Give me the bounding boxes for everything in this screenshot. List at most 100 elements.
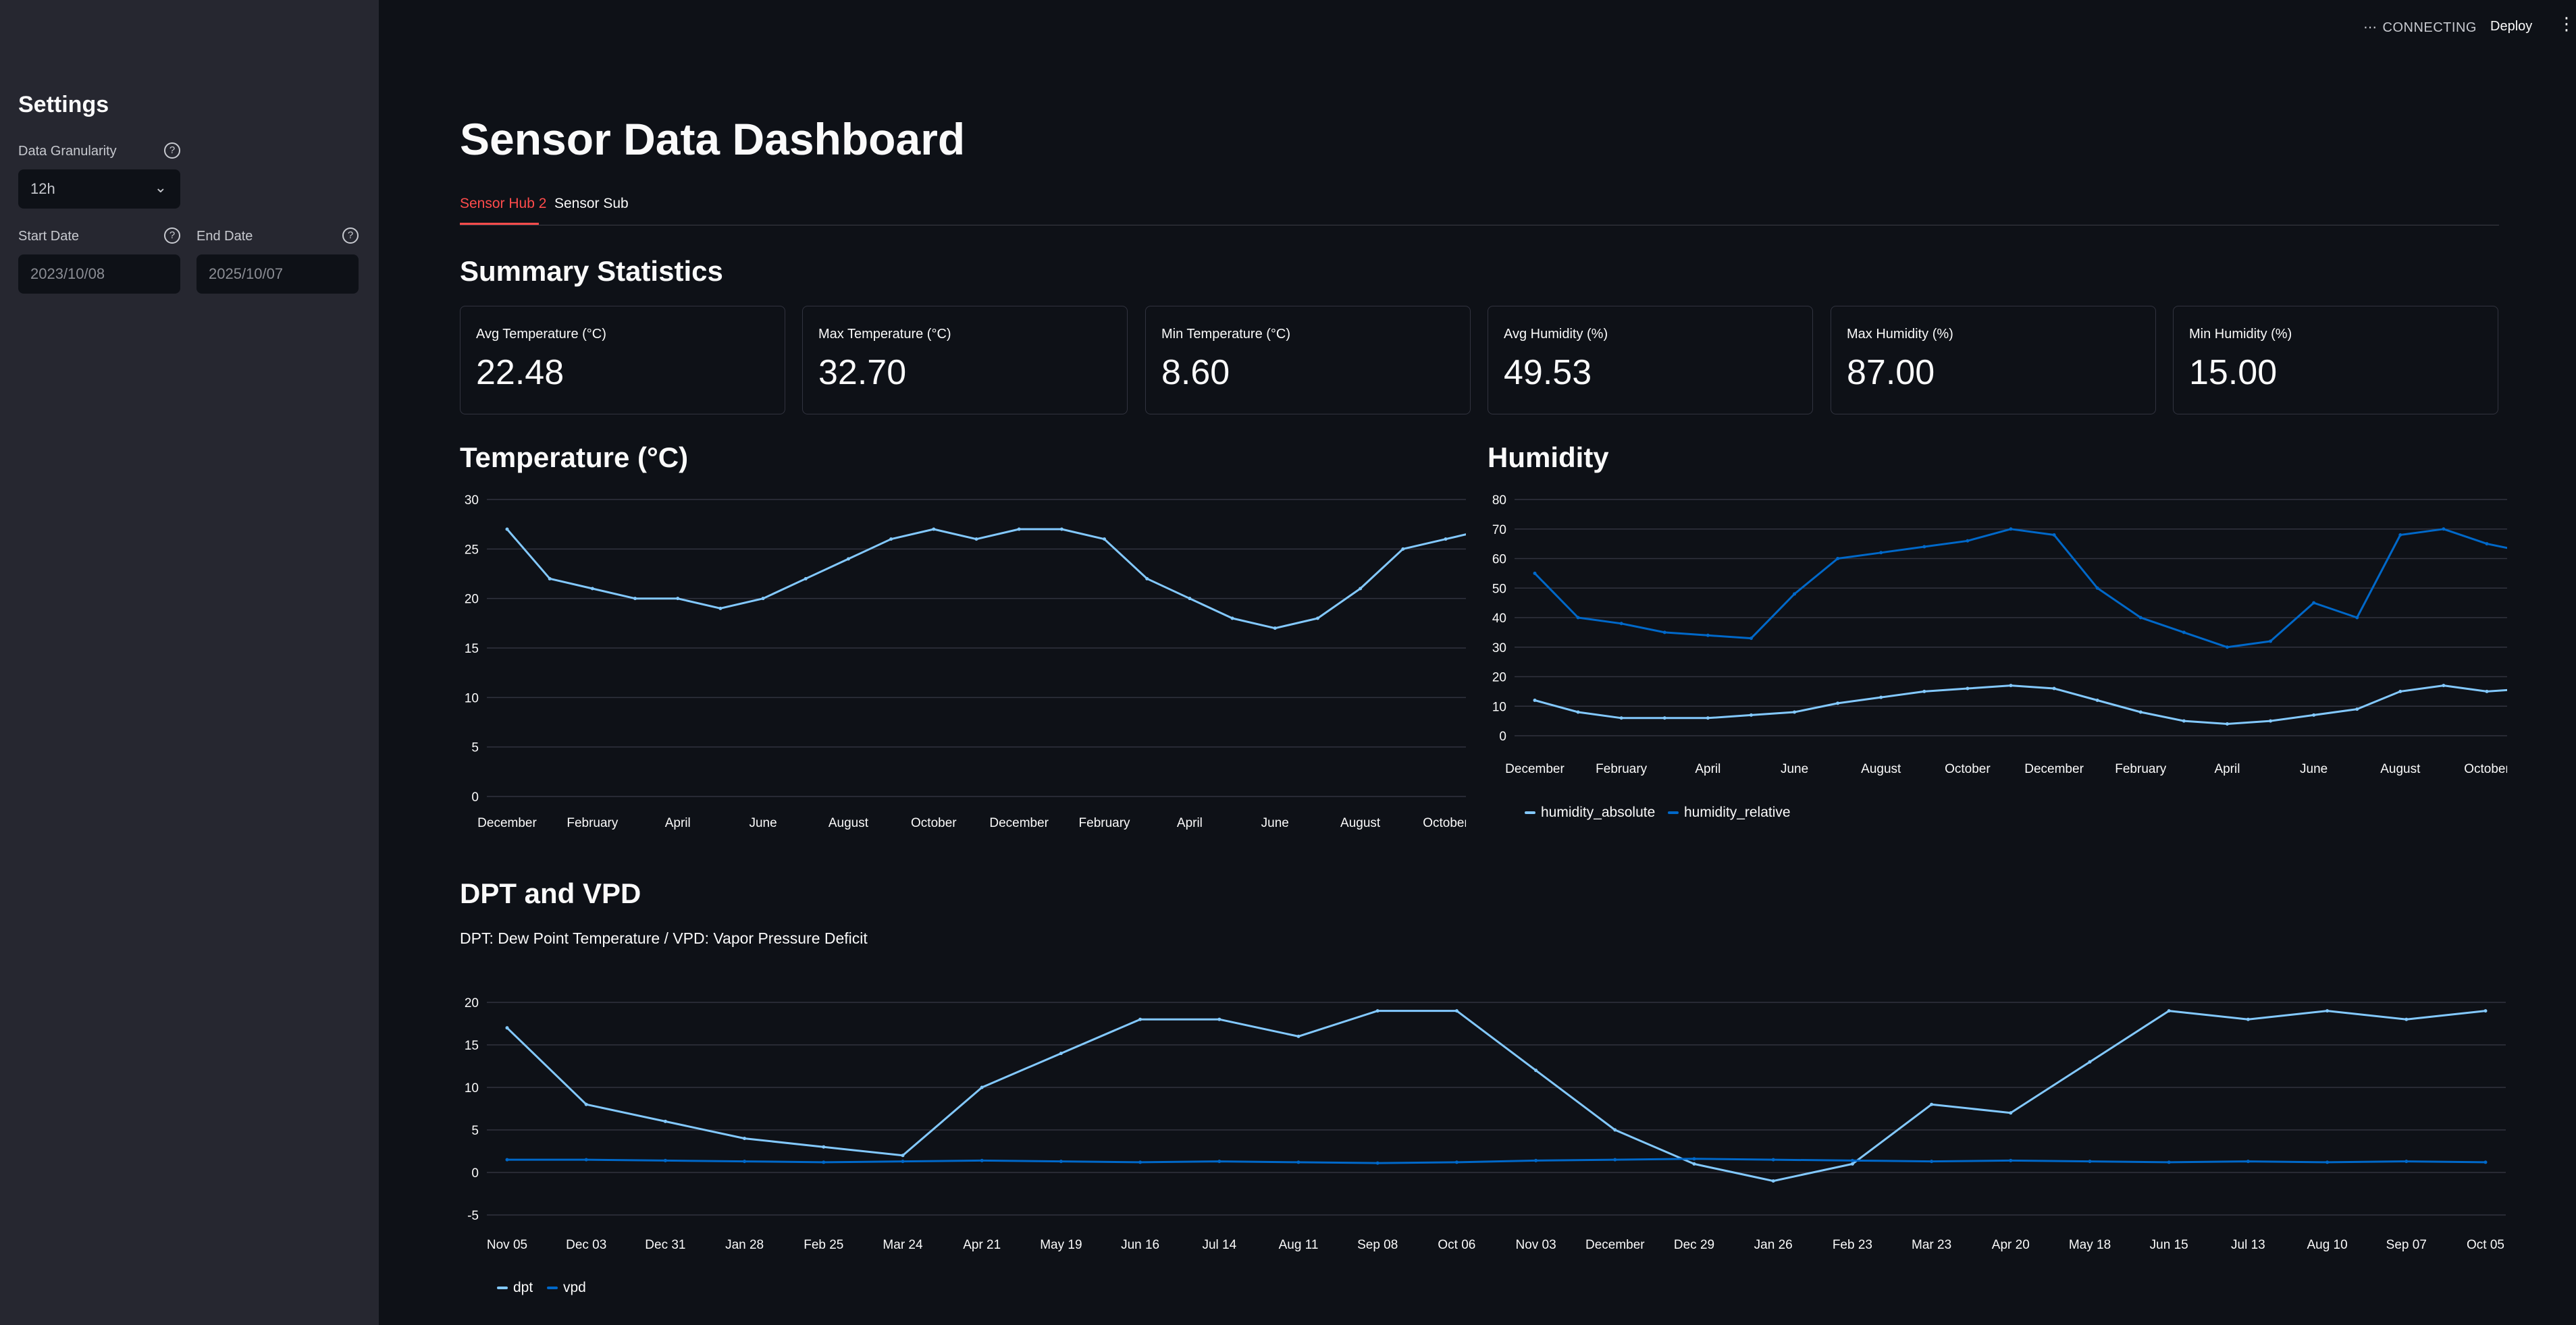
x-tick-label: April (2214, 762, 2240, 776)
y-tick-label: 5 (471, 741, 479, 755)
legend-swatch (547, 1287, 558, 1290)
y-tick-label: 10 (465, 691, 479, 705)
data-point (663, 1119, 667, 1123)
legend-dpt[interactable]: dpt (497, 1280, 533, 1296)
data-point (743, 1160, 747, 1164)
chevron-down-icon: ⌄ (154, 179, 167, 196)
metric-card: Min Humidity (%) 15.00 (2173, 306, 2498, 414)
more-menu-icon[interactable]: ⋮ (2558, 15, 2575, 32)
data-point (2442, 684, 2446, 688)
x-tick-label: February (2115, 762, 2167, 776)
data-point (2009, 684, 2013, 688)
y-tick-label: 10 (465, 1081, 479, 1096)
data-point (822, 1145, 826, 1149)
data-point (980, 1085, 984, 1089)
data-point (1273, 626, 1277, 630)
data-point (1533, 571, 1537, 575)
data-point (676, 597, 680, 601)
metric-label: Avg Temperature (°C) (476, 327, 606, 342)
data-point (1749, 637, 1753, 641)
legend-humidity-absolute[interactable]: humidity_absolute (1525, 805, 1655, 821)
data-point (2398, 689, 2402, 693)
legend-humidity-relative[interactable]: humidity_relative (1668, 805, 1791, 821)
data-point (2009, 1158, 2013, 1162)
data-point (505, 527, 509, 531)
data-point (1145, 576, 1149, 580)
connection-status-text: CONNECTING (2382, 20, 2477, 35)
data-point (1966, 686, 1970, 691)
sidebar-title: Settings (18, 92, 109, 117)
metric-card: Avg Humidity (%) 49.53 (1488, 306, 1813, 414)
metric-value: 87.00 (1847, 353, 1935, 392)
data-point (584, 1158, 588, 1162)
start-date-value: 2023/10/08 (30, 265, 105, 282)
data-point (1930, 1102, 1934, 1106)
data-point (2009, 1111, 2013, 1115)
data-point (1059, 527, 1063, 531)
data-point (1771, 1179, 1775, 1183)
data-point (1619, 622, 1623, 626)
help-icon[interactable]: ? (164, 142, 180, 159)
dpt-vpd-caption: DPT: Dew Point Temperature / VPD: Vapor … (460, 929, 868, 947)
start-date-input[interactable]: 2023/10/08 (18, 254, 180, 294)
data-point (2325, 1009, 2330, 1013)
data-point (1930, 1160, 1934, 1164)
data-point (2088, 1060, 2092, 1064)
legend-label: vpd (563, 1280, 586, 1295)
data-point (1836, 701, 1840, 705)
legend-label: humidity_relative (1684, 805, 1791, 820)
legend-vpd[interactable]: vpd (547, 1280, 586, 1296)
x-tick-label: June (2300, 762, 2328, 776)
ellipsis-icon: ⋯ (2363, 20, 2377, 35)
data-point (1296, 1034, 1300, 1038)
help-icon[interactable]: ? (164, 227, 180, 244)
data-point (2404, 1160, 2409, 1164)
metric-label: Max Temperature (°C) (818, 327, 951, 342)
data-point (2355, 616, 2359, 620)
tab-sensor-sub[interactable]: Sensor Sub (554, 196, 629, 212)
x-tick-label: February (1596, 762, 1648, 776)
tab-sensor-hub-2[interactable]: Sensor Hub 2 (460, 196, 546, 212)
data-point (1850, 1158, 1854, 1162)
data-point (1692, 1157, 1696, 1161)
data-point (1017, 527, 1021, 531)
y-tick-label: 0 (471, 1166, 479, 1181)
granularity-select[interactable]: 12h ⌄ (18, 169, 180, 209)
metric-value: 15.00 (2189, 353, 2278, 392)
x-tick-label: December (1585, 1238, 1645, 1252)
x-tick-label: June (1781, 762, 1808, 776)
y-tick-label: -5 (467, 1209, 479, 1223)
x-tick-label: April (665, 816, 691, 830)
granularity-value: 12h (30, 180, 55, 197)
data-point (2095, 586, 2099, 590)
x-tick-label: Nov 05 (487, 1238, 527, 1252)
data-point (1879, 695, 1883, 699)
data-point (2167, 1009, 2171, 1013)
data-point (1966, 539, 1970, 543)
end-date-input[interactable]: 2025/10/07 (196, 254, 359, 294)
data-point (1922, 689, 1926, 693)
legend-swatch (1668, 811, 1679, 815)
y-tick-label: 25 (465, 543, 479, 557)
data-point (1217, 1017, 1221, 1021)
data-point (1138, 1160, 1142, 1164)
summary-heading: Summary Statistics (460, 255, 723, 287)
data-point (1230, 616, 1234, 620)
connection-status: ⋯ CONNECTING (2363, 19, 2477, 36)
x-tick-label: February (1079, 816, 1131, 830)
help-icon[interactable]: ? (342, 227, 359, 244)
x-tick-label: August (1861, 762, 1901, 776)
data-point (2269, 639, 2273, 643)
x-tick-label: Jul 14 (1202, 1238, 1236, 1252)
deploy-button[interactable]: Deploy (2490, 19, 2532, 34)
data-point (1692, 1162, 1696, 1166)
data-point (2088, 1160, 2092, 1164)
data-point (2404, 1017, 2409, 1021)
data-point (718, 606, 722, 610)
x-tick-label: Jun 15 (2150, 1238, 2188, 1252)
data-point (584, 1102, 588, 1106)
x-tick-label: Jan 28 (725, 1238, 764, 1252)
data-point (1534, 1069, 1538, 1073)
x-tick-label: Sep 08 (1357, 1238, 1398, 1252)
series-line-dpt (506, 1010, 2486, 1183)
